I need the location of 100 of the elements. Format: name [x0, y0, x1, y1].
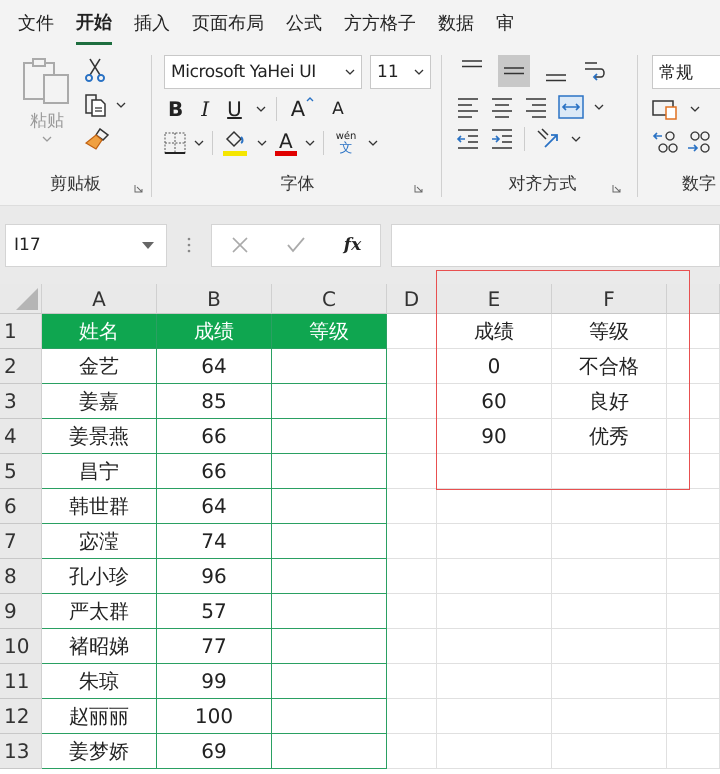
table-cell[interactable]: 66	[157, 454, 272, 489]
decrease-indent-icon[interactable]	[456, 128, 480, 150]
table-cell[interactable]: 等级	[552, 314, 667, 349]
column-header[interactable]: D	[387, 284, 437, 314]
insert-function-button[interactable]: fx	[344, 235, 362, 255]
bold-button[interactable]: B	[164, 97, 188, 121]
table-cell[interactable]: 74	[157, 524, 272, 559]
caret-icon[interactable]	[571, 136, 581, 142]
row-header[interactable]: 2	[0, 349, 42, 384]
ribbon-tab[interactable]: 文件	[18, 0, 54, 45]
copy-icon[interactable]	[84, 93, 108, 117]
underline-button[interactable]: U	[223, 97, 246, 121]
table-cell[interactable]: 64	[157, 489, 272, 524]
table-cell[interactable]: 99	[157, 664, 272, 699]
align-right-icon[interactable]	[524, 96, 548, 118]
table-cell[interactable]: 66	[157, 419, 272, 454]
table-cell[interactable]: 金艺	[42, 349, 157, 384]
ribbon-tab[interactable]: 方方格子	[344, 0, 416, 45]
table-cell[interactable]: 朱琼	[42, 664, 157, 699]
name-box[interactable]: I17	[5, 224, 167, 266]
table-cell[interactable]: 64	[157, 349, 272, 384]
table-cell[interactable]: 赵丽丽	[42, 699, 157, 734]
formula-input[interactable]	[391, 224, 720, 266]
caret-icon[interactable]	[116, 102, 126, 108]
increase-decimal-icon[interactable]	[652, 129, 678, 155]
increase-font-button[interactable]: A	[286, 97, 318, 121]
scissors-icon[interactable]	[84, 57, 106, 83]
column-header[interactable]: A	[42, 284, 157, 314]
table-cell[interactable]: 姜梦娇	[42, 734, 157, 769]
table-cell[interactable]: 成绩	[437, 314, 552, 349]
table-cell[interactable]	[272, 419, 387, 454]
table-cell[interactable]	[272, 454, 387, 489]
caret-icon[interactable]	[257, 140, 267, 146]
row-header[interactable]: 11	[0, 664, 42, 699]
caret-icon[interactable]	[256, 106, 266, 112]
italic-button[interactable]: I	[197, 97, 214, 121]
caret-icon[interactable]	[594, 104, 604, 110]
check-icon[interactable]	[286, 236, 306, 254]
table-cell[interactable]: 85	[157, 384, 272, 419]
ribbon-tab[interactable]: 数据	[438, 0, 474, 45]
table-cell[interactable]: 96	[157, 559, 272, 594]
table-cell[interactable]	[272, 664, 387, 699]
caret-icon[interactable]	[368, 140, 378, 146]
table-cell[interactable]: 0	[437, 349, 552, 384]
row-header[interactable]: 8	[0, 559, 42, 594]
table-cell[interactable]: 优秀	[552, 419, 667, 454]
table-cell[interactable]: 不合格	[552, 349, 667, 384]
table-cell[interactable]: 韩世群	[42, 489, 157, 524]
row-header[interactable]: 5	[0, 454, 42, 489]
row-header[interactable]: 7	[0, 524, 42, 559]
table-cell[interactable]	[272, 384, 387, 419]
caret-icon[interactable]	[690, 106, 700, 112]
dialog-launcher-icon[interactable]	[414, 184, 423, 193]
table-cell[interactable]	[272, 559, 387, 594]
cancel-icon[interactable]	[230, 236, 249, 254]
table-cell[interactable]	[272, 699, 387, 734]
row-header[interactable]: 12	[0, 699, 42, 734]
table-cell[interactable]	[272, 594, 387, 629]
column-header[interactable]: C	[272, 284, 387, 314]
ribbon-tab[interactable]: 审	[496, 0, 514, 45]
select-all-corner[interactable]	[0, 284, 42, 314]
table-cell[interactable]	[272, 734, 387, 769]
fill-color-icon[interactable]	[221, 129, 249, 157]
vertical-align-button[interactable]	[498, 55, 530, 87]
decrease-decimal-icon[interactable]	[686, 129, 712, 155]
increase-indent-icon[interactable]	[490, 128, 514, 150]
font-size-field[interactable]: 11	[370, 55, 431, 89]
table-cell[interactable]	[272, 524, 387, 559]
dialog-launcher-icon[interactable]	[134, 184, 143, 193]
table-cell[interactable]: 69	[157, 734, 272, 769]
font-color-button[interactable]: A	[275, 130, 297, 156]
row-header[interactable]: 10	[0, 629, 42, 664]
table-cell[interactable]: 90	[437, 419, 552, 454]
column-header[interactable]: F	[552, 284, 667, 314]
align-center-icon[interactable]	[490, 96, 514, 118]
table-cell[interactable]: 昌宁	[42, 454, 157, 489]
font-name-field[interactable]: Microsoft YaHei UI	[164, 55, 362, 89]
phonetic-button[interactable]: wén 文	[332, 132, 360, 154]
row-header[interactable]: 4	[0, 419, 42, 454]
dialog-launcher-icon[interactable]	[612, 184, 621, 193]
table-cell[interactable]	[272, 629, 387, 664]
table-cell[interactable]	[272, 489, 387, 524]
caret-icon[interactable]	[194, 140, 204, 146]
paintbrush-icon[interactable]	[84, 127, 110, 151]
table-cell[interactable]: 严太群	[42, 594, 157, 629]
row-header[interactable]: 6	[0, 489, 42, 524]
row-header[interactable]: 13	[0, 734, 42, 769]
table-cell[interactable]: 100	[157, 699, 272, 734]
table-cell[interactable]: 孔小珍	[42, 559, 157, 594]
align-left-icon[interactable]	[456, 96, 480, 118]
ribbon-tab[interactable]: 插入	[134, 0, 170, 45]
number-format-field[interactable]: 常规	[652, 55, 720, 89]
drag-handle-icon[interactable]	[187, 236, 191, 254]
table-cell[interactable]: 姜嘉	[42, 384, 157, 419]
table-cell[interactable]: 良好	[552, 384, 667, 419]
ribbon-tab[interactable]: 公式	[286, 0, 322, 45]
row-header[interactable]: 9	[0, 594, 42, 629]
caret-icon[interactable]	[304, 140, 315, 146]
table-cell[interactable]: 77	[157, 629, 272, 664]
row-header[interactable]: 1	[0, 314, 42, 349]
